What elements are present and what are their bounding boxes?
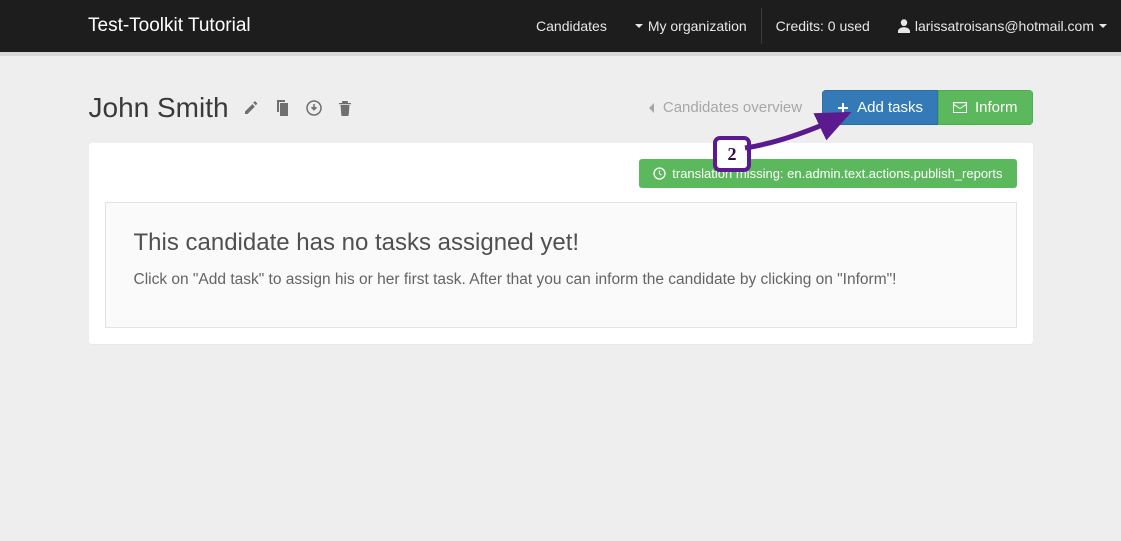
add-tasks-button[interactable]: Add tasks	[822, 90, 938, 125]
nav-credits[interactable]: Credits: 0 used	[762, 0, 884, 52]
copy-icon[interactable]	[275, 100, 290, 116]
chevron-left-icon	[647, 102, 655, 114]
nav-user-menu[interactable]: larissatroisans@hotmail.com	[884, 0, 1121, 52]
brand-title[interactable]: Test-Toolkit Tutorial	[88, 15, 251, 37]
page-header: John Smith Cand	[89, 90, 1033, 125]
inform-label: Inform	[975, 99, 1018, 116]
empty-state-body: Click on "Add task" to assign his or her…	[134, 269, 988, 291]
nav-credits-label: Credits: 0 used	[776, 18, 870, 34]
empty-state-box: This candidate has no tasks assigned yet…	[105, 202, 1017, 328]
nav-candidates-label: Candidates	[536, 18, 607, 34]
content-card: translation missing: en.admin.text.actio…	[89, 143, 1033, 344]
plus-icon	[837, 102, 849, 114]
navbar: Test-Toolkit Tutorial Candidates My orga…	[0, 0, 1121, 52]
caret-down-icon	[635, 24, 643, 28]
action-button-group: Add tasks Inform	[822, 90, 1032, 125]
header-actions: Candidates overview Add tasks Inform	[633, 90, 1033, 125]
nav-my-organization[interactable]: My organization	[621, 0, 761, 52]
back-link-label: Candidates overview	[663, 99, 802, 116]
card-top-bar: translation missing: en.admin.text.actio…	[105, 159, 1017, 188]
title-action-icons	[243, 100, 352, 116]
edit-icon[interactable]	[243, 100, 259, 116]
clock-icon	[653, 167, 666, 180]
inform-button[interactable]: Inform	[938, 90, 1033, 125]
publish-reports-button[interactable]: translation missing: en.admin.text.actio…	[639, 159, 1016, 188]
user-icon	[898, 19, 910, 33]
caret-down-icon	[1099, 24, 1107, 28]
page-container: John Smith Cand	[89, 56, 1033, 344]
nav-user-email: larissatroisans@hotmail.com	[915, 18, 1094, 34]
download-icon[interactable]	[306, 100, 322, 116]
trash-icon[interactable]	[338, 100, 352, 116]
add-tasks-label: Add tasks	[857, 99, 923, 116]
nav-right: Candidates My organization Credits: 0 us…	[522, 0, 1121, 52]
title-group: John Smith	[89, 92, 352, 124]
candidate-name: John Smith	[89, 92, 229, 124]
nav-my-org-label: My organization	[648, 18, 747, 34]
envelope-icon	[953, 102, 967, 113]
empty-state-heading: This candidate has no tasks assigned yet…	[134, 229, 988, 257]
nav-candidates[interactable]: Candidates	[522, 0, 621, 52]
publish-reports-label: translation missing: en.admin.text.actio…	[672, 166, 1002, 181]
candidates-overview-link[interactable]: Candidates overview	[633, 93, 816, 122]
